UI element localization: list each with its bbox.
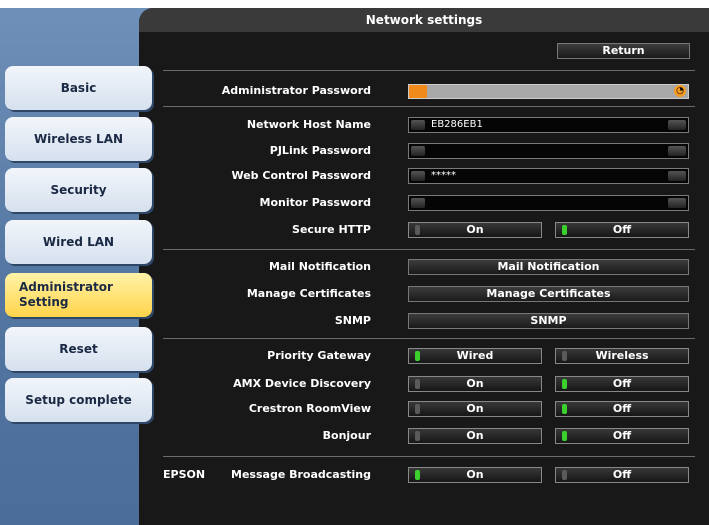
toggle-label: On: [466, 468, 484, 481]
toggle-label: On: [466, 377, 484, 390]
sidebar-item-administrator-setting[interactable]: Administrator Setting: [5, 273, 152, 317]
indicator-icon: [562, 379, 567, 389]
crestron-roomview-label: Crestron RoomView: [248, 402, 371, 415]
toggle-label: Off: [612, 468, 632, 481]
admin-password-label: Administrator Password: [221, 84, 371, 97]
indicator-icon: [415, 225, 420, 235]
indicator-icon: [415, 351, 420, 361]
divider: [163, 249, 695, 250]
web-control-password-value: *****: [431, 170, 456, 181]
sidebar-item-label: Reset: [59, 342, 98, 356]
mail-notification-button[interactable]: Mail Notification: [408, 259, 689, 275]
message-broadcasting-on-toggle[interactable]: On: [408, 467, 542, 483]
field-left-cap: [411, 198, 425, 208]
priority-gateway-wireless-toggle[interactable]: Wireless: [555, 348, 689, 364]
message-broadcasting-off-toggle[interactable]: Off: [555, 467, 689, 483]
divider: [163, 106, 695, 107]
screen: Network settings Basic Wireless LAN Secu…: [0, 0, 709, 525]
admin-password-fill: [409, 85, 427, 98]
pjlink-password-field[interactable]: [408, 143, 689, 159]
mail-notification-label: Mail Notification: [268, 260, 371, 273]
indicator-icon: [415, 431, 420, 441]
clock-icon: ◔: [674, 85, 686, 97]
bonjour-off-toggle[interactable]: Off: [555, 428, 689, 444]
amx-on-toggle[interactable]: On: [408, 376, 542, 392]
sidebar-item-wired-lan[interactable]: Wired LAN: [5, 220, 152, 264]
field-right-cap: [668, 146, 686, 156]
sidebar-item-label: Setup complete: [25, 393, 132, 407]
indicator-icon: [562, 470, 567, 480]
divider: [163, 456, 695, 457]
field-right-cap: [668, 198, 686, 208]
amx-device-discovery-label: AMX Device Discovery: [233, 377, 371, 390]
toggle-label: Wireless: [595, 349, 649, 362]
toggle-label: Off: [612, 377, 632, 390]
toggle-label: Wired: [456, 349, 494, 362]
sidebar-item-basic[interactable]: Basic: [5, 66, 152, 110]
monitor-password-label: Monitor Password: [259, 196, 371, 209]
priority-gateway-label: Priority Gateway: [267, 349, 371, 362]
toggle-label: Off: [612, 402, 632, 415]
sidebar-item-wireless-lan[interactable]: Wireless LAN: [5, 117, 152, 161]
pjlink-password-label: PJLink Password: [269, 144, 371, 157]
network-host-name-field[interactable]: EB286EB1: [408, 117, 689, 133]
toggle-label: On: [466, 402, 484, 415]
snmp-label: SNMP: [334, 314, 371, 327]
sidebar-item-label: Wireless LAN: [33, 132, 124, 146]
toggle-label: Off: [612, 223, 632, 236]
indicator-icon: [415, 379, 420, 389]
indicator-icon: [562, 351, 567, 361]
manage-certificates-label: Manage Certificates: [246, 287, 371, 300]
secure-http-label: Secure HTTP: [292, 223, 371, 236]
sidebar-item-label: Security: [50, 183, 107, 197]
sidebar-item-reset[interactable]: Reset: [5, 327, 152, 371]
sidebar-item-setup-complete[interactable]: Setup complete: [5, 378, 152, 422]
field-right-cap: [668, 120, 686, 130]
field-right-cap: [668, 171, 686, 181]
field-left-cap: [411, 171, 425, 181]
secure-http-off-toggle[interactable]: Off: [555, 222, 689, 238]
divider: [163, 338, 695, 339]
epson-prefix-label: EPSON: [163, 468, 206, 481]
message-broadcasting-label: Message Broadcasting: [231, 468, 371, 481]
indicator-icon: [415, 404, 420, 414]
indicator-icon: [562, 225, 567, 235]
sidebar-item-label: Basic: [60, 81, 97, 95]
indicator-icon: [562, 404, 567, 414]
indicator-icon: [415, 470, 420, 480]
return-button[interactable]: Return: [557, 43, 690, 59]
bonjour-on-toggle[interactable]: On: [408, 428, 542, 444]
sidebar-item-security[interactable]: Security: [5, 168, 152, 212]
crestron-off-toggle[interactable]: Off: [555, 401, 689, 417]
priority-gateway-wired-toggle[interactable]: Wired: [408, 348, 542, 364]
divider: [163, 70, 695, 71]
monitor-password-field[interactable]: [408, 195, 689, 211]
network-host-name-label: Network Host Name: [246, 118, 371, 131]
indicator-icon: [562, 431, 567, 441]
sidebar-item-label: Wired LAN: [42, 235, 115, 249]
snmp-button[interactable]: SNMP: [408, 313, 689, 329]
toggle-label: Off: [612, 429, 632, 442]
toggle-label: On: [466, 223, 484, 236]
manage-certificates-button[interactable]: Manage Certificates: [408, 286, 689, 302]
field-left-cap: [411, 146, 425, 156]
secure-http-on-toggle[interactable]: On: [408, 222, 542, 238]
web-control-password-field[interactable]: *****: [408, 168, 689, 184]
crestron-on-toggle[interactable]: On: [408, 401, 542, 417]
web-control-password-label: Web Control Password: [231, 169, 371, 182]
toggle-label: On: [466, 429, 484, 442]
page-title: Network settings: [139, 8, 709, 32]
network-host-name-value: EB286EB1: [431, 119, 483, 130]
admin-password-field[interactable]: ◔: [408, 84, 689, 99]
field-left-cap: [411, 120, 425, 130]
sidebar-item-label: Administrator Setting: [19, 280, 113, 309]
bonjour-label: Bonjour: [322, 429, 371, 442]
amx-off-toggle[interactable]: Off: [555, 376, 689, 392]
